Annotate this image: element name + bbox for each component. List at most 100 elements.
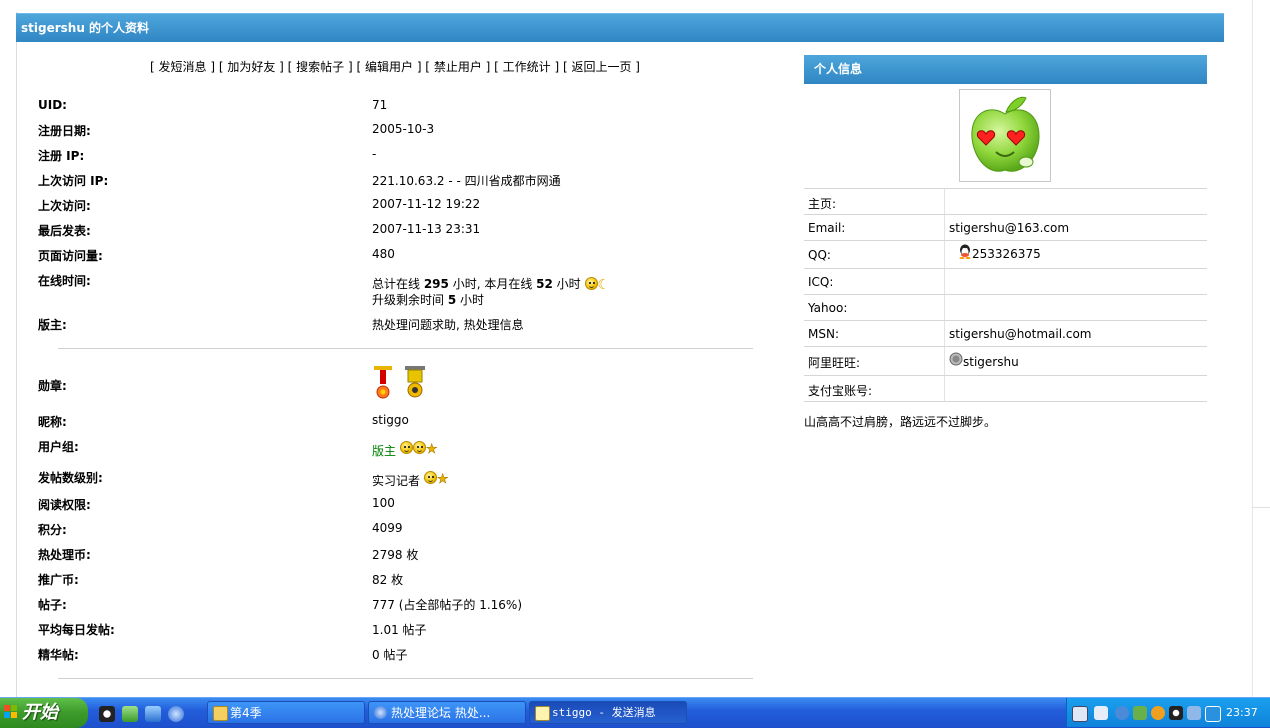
side-row-email: Email: stigershu@163.com bbox=[804, 214, 1207, 240]
upgrade-prefix: 升级剩余时间 bbox=[372, 293, 448, 307]
keyboard-icon[interactable] bbox=[1072, 706, 1088, 722]
side-row-msn: MSN: stigershu@hotmail.com bbox=[804, 320, 1207, 346]
readperm-value: 100 bbox=[372, 496, 395, 510]
lastvisit-value: 2007-11-12 19:22 bbox=[372, 197, 481, 211]
upgrade-suffix: 小时 bbox=[456, 293, 485, 307]
task-label: stiggo - 发送消息 bbox=[552, 706, 656, 719]
pageviews-value: 480 bbox=[372, 247, 395, 261]
security-icon[interactable] bbox=[1205, 706, 1221, 722]
start-button[interactable]: 开始 bbox=[0, 698, 88, 728]
online-suffix: 小时 bbox=[552, 277, 581, 291]
action-links: [ 发短消息 ] [ 加为好友 ] [ 搜索帖子 ] [ 编辑用户 ] [ 禁止… bbox=[150, 60, 640, 74]
task-folder[interactable]: 第4季 bbox=[207, 701, 365, 724]
divider bbox=[58, 348, 753, 349]
side-value[interactable]: stigershu@163.com bbox=[949, 221, 1069, 235]
lastpost-value: 2007-11-13 23:31 bbox=[372, 222, 481, 236]
profile-page: stigershu 的个人资料 [ 发短消息 ] [ 加为好友 ] [ 搜索帖子… bbox=[0, 0, 1252, 697]
side-key: Yahoo: bbox=[808, 301, 848, 315]
group-name: 版主 bbox=[372, 444, 397, 458]
side-value[interactable]: stigershu@hotmail.com bbox=[949, 327, 1092, 341]
posts-value: 777 (占全部帖子的 1.16%) bbox=[372, 598, 523, 612]
posts-label: 帖子: bbox=[38, 598, 67, 612]
work-stats-link[interactable]: 工作统计 bbox=[503, 60, 551, 74]
postlevel-label: 发帖数级别: bbox=[38, 471, 103, 485]
coins-value: 2798 枚 bbox=[372, 548, 419, 562]
online-month: 52 bbox=[536, 277, 553, 291]
maxthon-icon[interactable] bbox=[168, 706, 184, 722]
online-total: 295 bbox=[423, 277, 449, 291]
tray-app-icon[interactable] bbox=[1133, 706, 1147, 720]
wangwang-icon bbox=[949, 352, 963, 366]
shield-icon[interactable] bbox=[1151, 706, 1165, 720]
nickname-label: 昵称: bbox=[38, 415, 67, 429]
digest-label: 精华帖: bbox=[38, 648, 79, 662]
go-back-link[interactable]: 返回上一页 bbox=[571, 60, 631, 74]
pageviews-label: 页面访问量: bbox=[38, 249, 103, 263]
lastip-label: 上次访问 IP: bbox=[38, 174, 109, 188]
postlevel-name: 实习记者 bbox=[372, 474, 421, 488]
star-icon: ★ bbox=[425, 442, 438, 458]
back-arrow-icon[interactable] bbox=[1115, 706, 1129, 720]
side-key: 支付宝账号: bbox=[808, 384, 873, 398]
ban-user-link[interactable]: 禁止用户 bbox=[434, 60, 482, 74]
wangwang-value[interactable]: stigershu bbox=[949, 352, 1019, 369]
edit-user-link[interactable]: 编辑用户 bbox=[365, 60, 413, 74]
avgposts-value: 1.01 帖子 bbox=[372, 623, 427, 637]
paper-plane-icon[interactable] bbox=[145, 706, 161, 722]
side-row-yahoo: Yahoo: bbox=[804, 294, 1207, 320]
medals-icons bbox=[374, 366, 425, 399]
send-message-link[interactable]: 发短消息 bbox=[159, 60, 207, 74]
task-label: 第4季 bbox=[230, 706, 262, 720]
task-browser[interactable]: 热处理论坛 热处... bbox=[368, 701, 526, 724]
credits-label: 积分: bbox=[38, 523, 67, 537]
medals-label: 勋章: bbox=[38, 379, 67, 393]
column-divider bbox=[944, 241, 945, 268]
smiley-icon bbox=[423, 471, 437, 484]
side-row-alipay: 支付宝账号: bbox=[804, 375, 1207, 402]
start-label: 开始 bbox=[22, 702, 58, 723]
lastpost-label: 最后发表: bbox=[38, 224, 91, 238]
clock: 23:37 bbox=[1226, 706, 1258, 719]
messenger-icon[interactable] bbox=[122, 706, 138, 722]
side-key: 阿里旺旺: bbox=[808, 356, 861, 370]
medal-gold-icon bbox=[405, 366, 425, 398]
monitor-icon[interactable] bbox=[1187, 706, 1201, 720]
side-row-wangwang: 阿里旺旺: stigershu bbox=[804, 346, 1207, 375]
signature-text: 山高高不过肩膀，路远远不过脚步。 bbox=[804, 415, 997, 429]
side-key: Email: bbox=[808, 221, 846, 235]
moderator-value[interactable]: 热处理问题求助, 热处理信息 bbox=[372, 316, 524, 333]
add-friend-link[interactable]: 加为好友 bbox=[227, 60, 275, 74]
online-label: 在线时间: bbox=[38, 274, 91, 288]
side-key: MSN: bbox=[808, 327, 839, 341]
qq-icon[interactable] bbox=[99, 706, 115, 722]
qq-icon bbox=[959, 244, 971, 259]
side-row-homepage: 主页: bbox=[804, 188, 1207, 214]
task-notepad[interactable]: stiggo - 发送消息 bbox=[529, 701, 687, 724]
network-icon[interactable] bbox=[1094, 706, 1108, 720]
qq-icon[interactable] bbox=[1169, 706, 1183, 720]
upgrade-value: 升级剩余时间 5 小时 bbox=[372, 291, 484, 308]
avgposts-label: 平均每日发帖: bbox=[38, 623, 115, 637]
star-icon: ★ bbox=[436, 472, 449, 488]
divider bbox=[58, 678, 753, 679]
side-key: QQ: bbox=[808, 248, 831, 262]
column-divider bbox=[944, 295, 945, 320]
column-divider bbox=[944, 269, 945, 294]
qq-value[interactable]: 253326375 bbox=[958, 244, 1041, 261]
digest-value: 0 帖子 bbox=[372, 648, 408, 662]
side-info-table: 主页: Email: stigershu@163.com QQ: 2533263… bbox=[804, 188, 1207, 402]
search-posts-link[interactable]: 搜索帖子 bbox=[296, 60, 344, 74]
scrollbar-thumb[interactable] bbox=[1253, 507, 1270, 698]
side-panel-title: 个人信息 bbox=[804, 55, 1207, 84]
postlevel-value: 实习记者 ★ bbox=[372, 469, 449, 488]
column-divider bbox=[944, 189, 945, 214]
side-row-qq: QQ: 253326375 bbox=[804, 240, 1207, 268]
task-label: 热处理论坛 热处... bbox=[391, 706, 491, 720]
wangwang-name: stigershu bbox=[963, 355, 1019, 369]
side-row-icq: ICQ: bbox=[804, 268, 1207, 294]
content-border bbox=[16, 12, 17, 697]
smiley-icon bbox=[412, 441, 426, 454]
online-prefix: 总计在线 bbox=[372, 277, 424, 291]
lastvisit-label: 上次访问: bbox=[38, 199, 91, 213]
regip-value: - bbox=[372, 147, 377, 161]
